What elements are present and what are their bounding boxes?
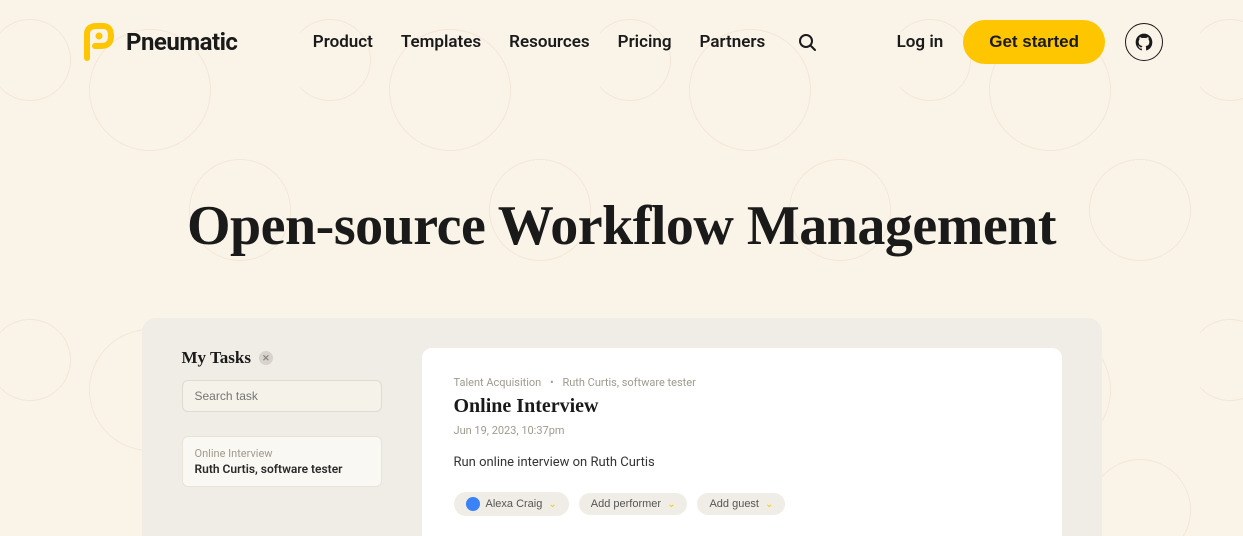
github-button[interactable] — [1125, 23, 1163, 61]
detail-description: Run online interview on Ruth Curtis — [454, 455, 1030, 470]
breadcrumb-separator-icon: • — [550, 376, 554, 389]
github-icon — [1134, 32, 1154, 52]
performer-name: Alexa Craig — [486, 498, 543, 510]
chevron-down-icon: ⌄ — [765, 499, 773, 510]
app-preview: My Tasks ✕ Online Interview Ruth Curtis,… — [142, 318, 1102, 536]
nav-resources[interactable]: Resources — [509, 32, 590, 52]
search-icon — [797, 32, 817, 52]
login-link[interactable]: Log in — [897, 32, 944, 52]
logo-mark-icon — [80, 22, 116, 62]
nav-partners[interactable]: Partners — [700, 32, 766, 52]
nav-product[interactable]: Product — [313, 32, 373, 52]
breadcrumb: Talent Acquisition • Ruth Curtis, softwa… — [454, 376, 1030, 389]
detail-title: Online Interview — [454, 395, 1030, 418]
detail-date: Jun 19, 2023, 10:37pm — [454, 424, 1030, 437]
chevron-down-icon: ⌄ — [667, 499, 675, 510]
hero-section: Open-source Workflow Management — [0, 84, 1243, 298]
add-guest-label: Add guest — [709, 498, 759, 510]
close-icon[interactable]: ✕ — [259, 351, 273, 365]
task-card-title: Online Interview — [195, 447, 369, 460]
task-card-subtitle: Ruth Curtis, software tester — [195, 462, 369, 476]
get-started-button[interactable]: Get started — [963, 20, 1105, 64]
header-actions: Log in Get started — [897, 20, 1163, 64]
tasks-title-text: My Tasks — [182, 348, 251, 368]
task-card[interactable]: Online Interview Ruth Curtis, software t… — [182, 436, 382, 487]
main-nav: Product Templates Resources Pricing Part… — [313, 28, 821, 56]
logo[interactable]: Pneumatic — [80, 22, 237, 62]
search-button[interactable] — [793, 28, 821, 56]
avatar-icon — [466, 497, 480, 511]
tasks-panel: My Tasks ✕ Online Interview Ruth Curtis,… — [182, 348, 382, 536]
hero-title: Open-source Workflow Management — [20, 194, 1223, 258]
nav-templates[interactable]: Templates — [401, 32, 481, 52]
performer-chips: Alexa Craig ⌄ Add performer ⌄ Add guest … — [454, 492, 1030, 516]
add-performer-chip[interactable]: Add performer ⌄ — [579, 493, 688, 515]
performer-chip[interactable]: Alexa Craig ⌄ — [454, 492, 569, 516]
chevron-down-icon: ⌄ — [548, 499, 556, 510]
task-detail-panel: Talent Acquisition • Ruth Curtis, softwa… — [422, 348, 1062, 536]
logo-text: Pneumatic — [126, 28, 237, 56]
breadcrumb-category[interactable]: Talent Acquisition — [454, 376, 542, 389]
add-performer-label: Add performer — [591, 498, 661, 510]
task-search-input[interactable] — [182, 380, 382, 412]
tasks-panel-title: My Tasks ✕ — [182, 348, 382, 368]
add-guest-chip[interactable]: Add guest ⌄ — [697, 493, 785, 515]
breadcrumb-person[interactable]: Ruth Curtis, software tester — [562, 376, 695, 389]
site-header: Pneumatic Product Templates Resources Pr… — [0, 0, 1243, 84]
nav-pricing[interactable]: Pricing — [618, 32, 672, 52]
